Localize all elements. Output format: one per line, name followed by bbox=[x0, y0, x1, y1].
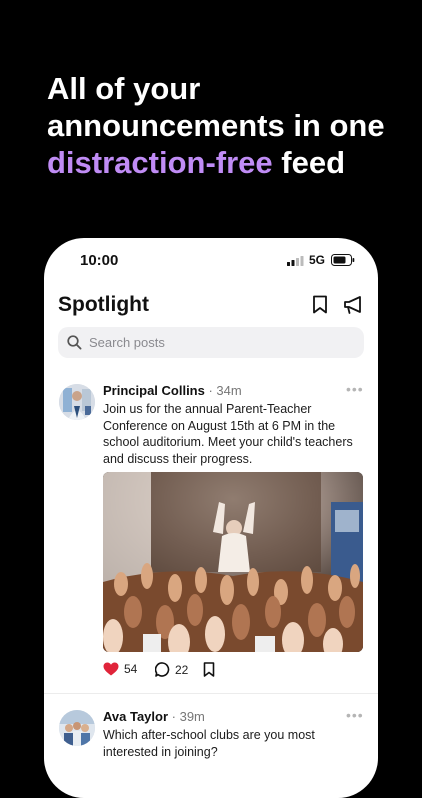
post-time: 34m bbox=[216, 383, 242, 398]
network-label: 5G bbox=[309, 253, 326, 267]
avatar[interactable] bbox=[59, 384, 95, 420]
comment-button[interactable]: 22 bbox=[155, 662, 188, 677]
post-author-line: Principal Collins · 34m bbox=[103, 383, 242, 398]
bookmark-button[interactable] bbox=[203, 662, 215, 677]
comment-icon bbox=[155, 662, 170, 677]
headline-line-1: All of your bbox=[47, 71, 201, 106]
search-icon bbox=[67, 335, 82, 350]
post-author[interactable]: Ava Taylor bbox=[103, 709, 168, 724]
post-image[interactable] bbox=[103, 472, 363, 652]
app-title: Spotlight bbox=[58, 293, 149, 316]
search-bar[interactable] bbox=[58, 327, 364, 358]
battery-icon bbox=[331, 254, 355, 266]
post-body: Which after-school clubs are you most in… bbox=[103, 728, 315, 759]
headline-line-3: distraction-free feed bbox=[47, 144, 407, 181]
headline-line-2: announcements in one bbox=[47, 108, 385, 143]
post-divider bbox=[44, 693, 378, 694]
more-options-icon[interactable]: ••• bbox=[346, 381, 364, 397]
marketing-headline: All of your announcements in one distrac… bbox=[47, 70, 407, 181]
post-separator: · bbox=[204, 383, 217, 398]
bookmark-icon[interactable] bbox=[312, 295, 328, 314]
search-input[interactable] bbox=[89, 327, 349, 358]
like-count: 54 bbox=[124, 662, 138, 676]
comment-count: 22 bbox=[175, 662, 189, 677]
post-author-line: Ava Taylor · 39m bbox=[103, 709, 205, 724]
bookmark-icon bbox=[203, 662, 215, 677]
post-author[interactable]: Principal Collins bbox=[103, 383, 205, 398]
signal-icon bbox=[287, 256, 304, 266]
headline-accent: distraction-free bbox=[47, 145, 273, 180]
headline-tail: feed bbox=[272, 145, 346, 180]
post-actions: 54 22 bbox=[103, 662, 303, 680]
heart-icon bbox=[103, 662, 119, 676]
post-time: 39m bbox=[179, 709, 205, 724]
avatar[interactable] bbox=[59, 710, 95, 746]
status-bar: 10:00 5G bbox=[44, 238, 378, 284]
megaphone-icon[interactable] bbox=[342, 295, 364, 315]
like-button[interactable]: 54 bbox=[103, 662, 137, 676]
post-body: Join us for the annual Parent-Teacher Co… bbox=[103, 402, 353, 466]
more-options-icon[interactable]: ••• bbox=[346, 707, 364, 723]
post-separator: · bbox=[168, 709, 180, 724]
status-time: 10:00 bbox=[80, 252, 119, 269]
phone-frame: 10:00 5G Spotlight Search posts Principa… bbox=[44, 238, 378, 798]
